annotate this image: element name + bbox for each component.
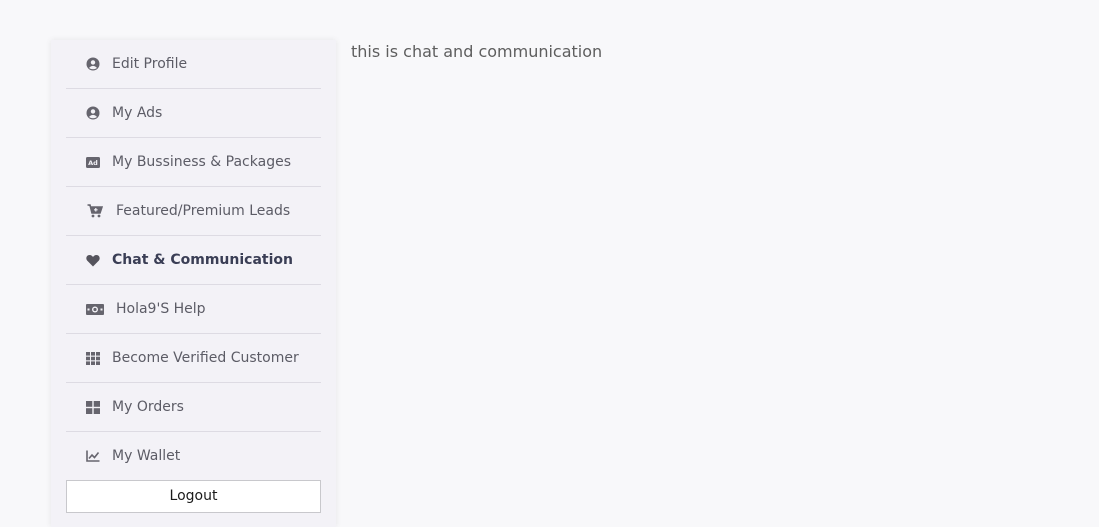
sidebar-item-label: My Orders bbox=[112, 399, 184, 415]
sidebar-item-label: Featured/Premium Leads bbox=[116, 203, 291, 219]
sidebar-item-label: My Bussiness & Packages bbox=[112, 154, 291, 170]
sidebar-item-label: Edit Profile bbox=[112, 56, 188, 72]
ad-icon: Ad bbox=[86, 155, 100, 169]
sidebar-item-my-ads[interactable]: My Ads bbox=[66, 89, 321, 138]
sidebar-item-my-orders[interactable]: My Orders bbox=[66, 383, 321, 432]
user-circle-icon bbox=[86, 106, 100, 120]
chart-line-icon bbox=[86, 449, 100, 463]
money-bill-icon bbox=[86, 302, 104, 316]
sidebar-item-become-verified-customer[interactable]: Become Verified Customer bbox=[66, 334, 321, 383]
sidebar-item-edit-profile[interactable]: Edit Profile bbox=[66, 40, 321, 89]
sidebar-item-my-wallet[interactable]: My Wallet bbox=[66, 432, 321, 480]
sidebar-item-label: My Ads bbox=[112, 105, 163, 121]
svg-text:Ad: Ad bbox=[88, 159, 98, 167]
dashboard-icon bbox=[86, 400, 100, 414]
logout-button[interactable]: Logout bbox=[66, 480, 321, 513]
sidebar-item-label: Hola9'S Help bbox=[116, 301, 206, 317]
user-circle-icon bbox=[86, 57, 100, 71]
grid-icon bbox=[86, 351, 100, 365]
sidebar-item-label: Become Verified Customer bbox=[112, 350, 299, 366]
sidebar-item-hola9-help[interactable]: Hola9'S Help bbox=[66, 285, 321, 334]
account-sidebar: Edit Profile My Ads Ad My Bussiness & Pa… bbox=[51, 40, 336, 527]
sidebar-item-label: My Wallet bbox=[112, 448, 181, 464]
sidebar-item-label: Chat & Communication bbox=[112, 252, 293, 268]
sidebar-item-featured-premium-leads[interactable]: Featured/Premium Leads bbox=[66, 187, 321, 236]
heart-icon bbox=[86, 253, 100, 267]
sidebar-item-chat-communication[interactable]: Chat & Communication bbox=[66, 236, 321, 285]
main-content-text: this is chat and communication bbox=[351, 42, 603, 61]
sidebar-item-my-bussiness-packages[interactable]: Ad My Bussiness & Packages bbox=[66, 138, 321, 187]
cart-icon bbox=[86, 204, 104, 218]
account-menu: Edit Profile My Ads Ad My Bussiness & Pa… bbox=[66, 40, 321, 480]
